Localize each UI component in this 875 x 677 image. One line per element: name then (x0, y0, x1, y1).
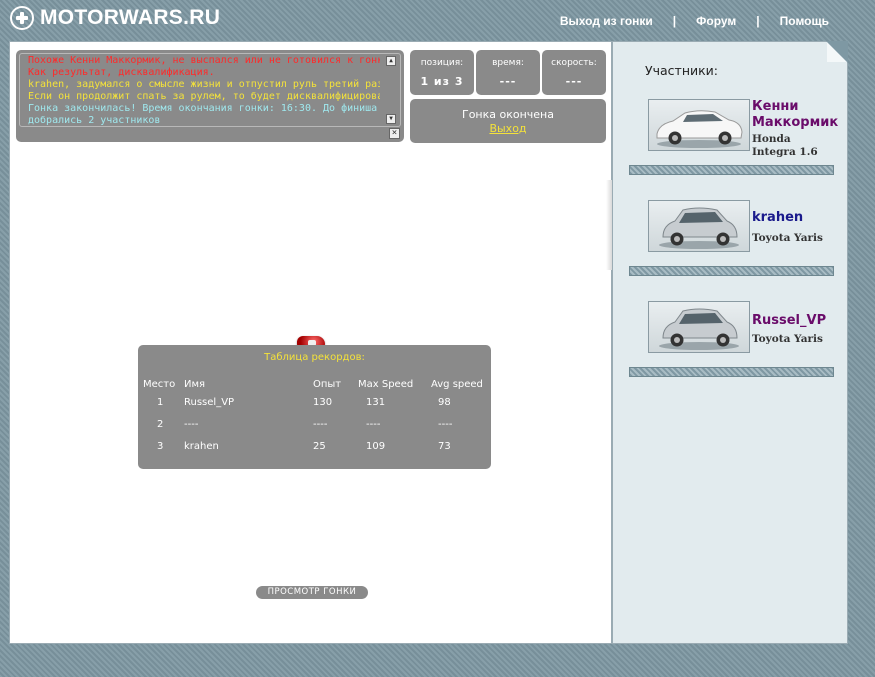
nav-exit-race-link[interactable]: Выход из гонки (560, 14, 653, 28)
record-max-speed: ---- (366, 419, 381, 430)
table-row: 3 krahen 25 109 73 (138, 441, 491, 455)
time-stat: время: --- (476, 50, 540, 95)
race-log[interactable]: Похоже Кенни Маккормик, не выспался или … (19, 53, 401, 127)
scroll-up-icon[interactable]: ▲ (386, 56, 396, 66)
participants-sidebar: Участники: Кенни Маккормик Honda Integra… (612, 41, 848, 644)
close-icon[interactable]: × (389, 128, 400, 139)
log-line: Похоже Кенни Маккормик, не выспался или … (28, 55, 380, 66)
position-label: позиция: (420, 58, 464, 68)
log-line: добрались 2 участников (28, 115, 161, 126)
participant-divider (629, 367, 834, 377)
participant-divider (629, 165, 834, 175)
log-line: krahen, задумался о смысле жизни и отпус… (28, 79, 380, 90)
position-stat: позиция: 1 из 3 (410, 50, 474, 95)
participant-car: Toyota Yaris (752, 333, 823, 346)
participant-car-line: Toyota Yaris (752, 232, 823, 244)
header-exp: Опыт (313, 379, 342, 390)
participant-divider (629, 266, 834, 276)
participant-car-line: Integra 1.6 (752, 146, 818, 158)
record-max-speed: 109 (366, 441, 386, 452)
nav-forum-link[interactable]: Форум (696, 14, 736, 28)
record-name: krahen (184, 441, 219, 452)
site-logo[interactable]: MOTORWARS.RU (10, 6, 220, 30)
records-header-row: Место Имя Опыт Max Speed Avg speed (138, 379, 491, 393)
position-value: 1 из 3 (420, 75, 464, 88)
participant-item: Кенни Маккормик Honda Integra 1.6 (628, 99, 838, 181)
header-place: Место (143, 379, 176, 390)
record-avg-speed: 98 (438, 397, 451, 408)
participant-name-line: krahen (752, 210, 804, 225)
header-max-speed: Max Speed (358, 379, 414, 390)
race-status-panel: Гонка окончена Выход (410, 99, 606, 143)
logo-cross-icon (10, 6, 34, 30)
nav-separator: | (672, 14, 677, 28)
participant-car: Honda Integra 1.6 (752, 133, 818, 159)
record-place: 3 (157, 441, 164, 452)
top-nav: Выход из гонки | Форум | Помощь (560, 14, 829, 28)
car-photo-honda-integra (648, 99, 750, 151)
speed-value: --- (565, 75, 583, 88)
header-name: Имя (184, 379, 206, 390)
header-avg-speed: Avg speed (431, 379, 483, 390)
record-exp: 130 (313, 397, 333, 408)
nav-separator: | (756, 14, 760, 28)
record-place: 1 (157, 397, 164, 408)
log-line: Гонка закончилась! Время окончания гонки… (28, 103, 378, 114)
participant-car-line: Honda (752, 133, 791, 145)
record-place: 2 (157, 419, 164, 430)
exit-link[interactable]: Выход (489, 122, 526, 135)
record-name: Russel_VP (184, 397, 235, 408)
participant-name[interactable]: Кенни Маккормик (752, 99, 838, 131)
participant-name-line: Russel_VP (752, 313, 827, 328)
car-photo-toyota-yaris (648, 301, 750, 353)
record-name: ---- (184, 419, 199, 430)
speed-stat: скорость: --- (542, 50, 606, 95)
table-row: 1 Russel_VP 130 131 98 (138, 397, 491, 411)
participant-name-line: Маккормик (752, 115, 839, 130)
nav-help-link[interactable]: Помощь (780, 14, 829, 28)
time-value: --- (499, 75, 517, 88)
record-exp: 25 (313, 441, 326, 452)
page-corner-fold-inner (827, 42, 847, 62)
participant-name[interactable]: Russel_VP (752, 313, 826, 329)
race-status-text: Гонка окончена (461, 108, 554, 121)
participant-name[interactable]: krahen (752, 210, 803, 226)
participant-car: Toyota Yaris (752, 232, 823, 245)
record-avg-speed: ---- (438, 419, 453, 430)
participant-name-line: Кенни (752, 99, 799, 114)
table-row: 2 ---- ---- ---- ---- (138, 419, 491, 433)
records-title: Таблица рекордов: (264, 352, 365, 363)
participant-car-line: Toyota Yaris (752, 333, 823, 345)
scroll-down-icon[interactable]: ▼ (386, 114, 396, 124)
log-line: Если он продолжит спать за рулем, то буд… (28, 91, 380, 102)
record-exp: ---- (313, 419, 328, 430)
car-photo-toyota-yaris (648, 200, 750, 252)
record-max-speed: 131 (366, 397, 386, 408)
time-label: время: (492, 58, 524, 68)
logo-text: MOTORWARS.RU (40, 6, 221, 29)
replay-race-button[interactable]: ПРОСМОТР ГОНКИ (256, 586, 368, 599)
records-table: Таблица рекордов: Место Имя Опыт Max Spe… (138, 345, 491, 469)
participant-item: krahen Toyota Yaris (628, 200, 838, 282)
log-line: Как результат, дисквалификация. (28, 67, 215, 78)
race-log-panel: Похоже Кенни Маккормик, не выспался или … (16, 50, 404, 142)
speed-label: скорость: (551, 58, 597, 68)
participant-item: Russel_VP Toyota Yaris (628, 301, 838, 383)
record-avg-speed: 73 (438, 441, 451, 452)
participants-title: Участники: (645, 63, 718, 78)
